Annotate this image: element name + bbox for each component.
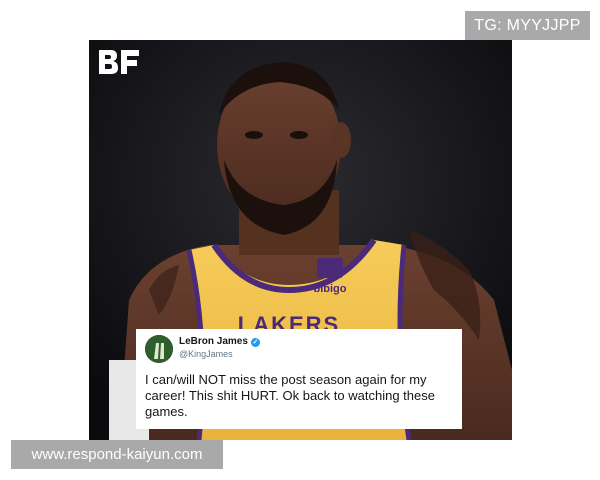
tweet-card: LeBron James ✓ @KingJames I can/will NOT … — [136, 329, 462, 429]
tweet-text: I can/will NOT miss the post season agai… — [145, 372, 435, 419]
page: TG: MYYJJPP bibigo LAKERS LeBron James ✓… — [0, 0, 600, 480]
watermark-site: www.respond-kaiyun.com — [11, 440, 223, 469]
avatar-image — [145, 335, 173, 363]
tweet-author-name-text: LeBron James — [179, 336, 248, 347]
avatar — [145, 335, 173, 363]
player-photo: bibigo LAKERS LeBron James ✓ @KingJames … — [89, 40, 512, 440]
tweet-author-handle: @KingJames — [179, 349, 233, 359]
bf-logo — [97, 46, 141, 78]
verified-badge-icon: ✓ — [250, 338, 260, 347]
jersey-sponsor: bibigo — [314, 283, 347, 295]
bf-logo-icon — [99, 50, 139, 74]
watermark-tg: TG: MYYJJPP — [465, 11, 590, 40]
tweet-author-name: LeBron James ✓ — [179, 336, 260, 347]
